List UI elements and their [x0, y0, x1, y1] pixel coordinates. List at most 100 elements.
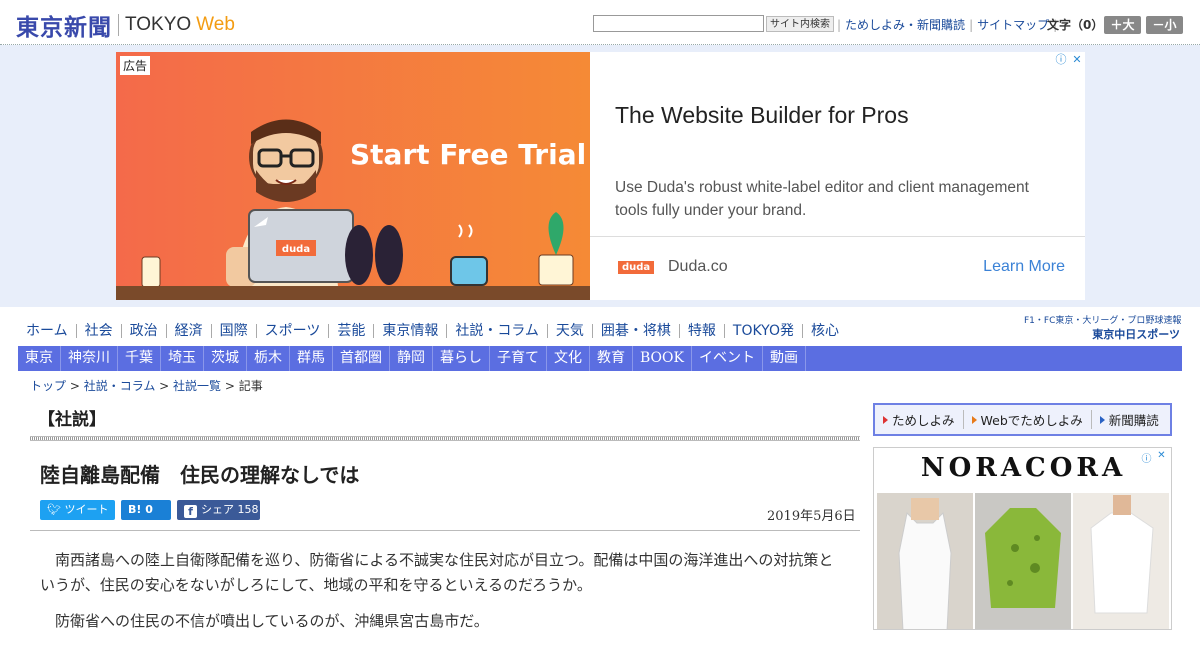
logo-tokyo: TOKYO	[125, 14, 192, 35]
trial-link-label: ためしよみ	[892, 413, 955, 428]
ad-laptop-badge: duda	[282, 244, 310, 255]
region-nav-item[interactable]: 子育て	[490, 346, 547, 371]
article-paragraph: 防衛省への住民の不信が噴出しているのが、沖縄県宮古島市だ。	[55, 612, 489, 630]
main-nav-item[interactable]: 国際	[210, 324, 256, 338]
region-nav-item[interactable]: 静岡	[390, 346, 433, 371]
main-nav-item[interactable]: スポーツ	[255, 324, 329, 338]
ad-close-icon[interactable]: ✕	[1154, 450, 1169, 464]
breadcrumb-top[interactable]: トップ	[30, 379, 66, 393]
ad-floor	[116, 286, 590, 300]
region-nav-item[interactable]: 首都圏	[333, 346, 390, 371]
web-trial-link[interactable]: Webでためしよみ	[962, 410, 1091, 429]
divider: |	[969, 17, 974, 32]
breadcrumb-current: 記事	[238, 379, 263, 393]
site-header: 東京新聞 TOKYO Web サイト内検索 | ためしよみ・新聞購読 | サイト…	[0, 0, 1200, 45]
font-larger-button[interactable]: ＋大	[1104, 16, 1141, 34]
region-nav-item[interactable]: 文化	[547, 346, 590, 371]
ad-choices[interactable]: ⓘ ✕	[1053, 52, 1085, 67]
main-nav: ホーム 社会 政治 経済 国際 スポーツ 芸能 東京情報 社説・コラム 天気 囲碁・将棋 特報 TOKY…	[18, 320, 847, 342]
arrow-right-icon	[883, 415, 888, 424]
ad-footer: duda Duda.co Learn More	[590, 236, 1085, 300]
facebook-icon: f	[184, 505, 197, 518]
region-nav-item[interactable]: 動画	[763, 346, 806, 371]
main-nav-item[interactable]: 核心	[801, 324, 847, 338]
trial-link[interactable]: ためしよみ	[883, 410, 963, 429]
product-image-green-top[interactable]	[975, 493, 1071, 630]
ad-info-icon[interactable]: ⓘ	[1139, 450, 1154, 465]
divider: |	[837, 17, 842, 32]
subscribe-box: ためしよみ Webでためしよみ 新聞購読	[873, 403, 1172, 436]
region-nav-item[interactable]: 暮らし	[433, 346, 490, 371]
region-nav-item[interactable]: 埼玉	[161, 346, 204, 371]
ad-info-icon[interactable]: ⓘ	[1053, 52, 1069, 67]
ad-title[interactable]: The Website Builder for Pros	[615, 102, 909, 129]
arrow-right-icon	[1099, 415, 1105, 424]
section-divider	[30, 436, 860, 441]
region-nav-item[interactable]: イベント	[692, 346, 763, 371]
breadcrumb: トップ > 社説・コラム > 社説一覧 > 記事	[30, 379, 263, 393]
sidebar-ad[interactable]: NORACORA ⓘ ✕	[873, 447, 1172, 630]
ad-close-icon[interactable]: ✕	[1069, 52, 1085, 67]
main-nav-item[interactable]: ホーム	[18, 324, 76, 338]
chunichi-tagline: F1・FC東京・大リーグ・プロ野球速報	[1024, 316, 1182, 326]
site-logo[interactable]: 東京新聞 TOKYO Web	[16, 8, 235, 42]
chunichi-sports-link[interactable]: F1・FC東京・大リーグ・プロ野球速報 東京中日スポーツ	[1024, 313, 1182, 342]
site-search-button[interactable]: サイト内検索	[766, 16, 834, 32]
sidebar-ad-choices[interactable]: ⓘ ✕	[1139, 450, 1169, 465]
region-nav-item[interactable]: 東京	[18, 346, 61, 371]
region-nav-item[interactable]: 栃木	[247, 346, 290, 371]
main-nav-item[interactable]: 芸能	[328, 324, 373, 338]
ad-banner-image[interactable]: 広告 duda Start Free Trial	[116, 52, 590, 300]
tweet-label: ツイート	[64, 503, 109, 516]
sitemap-link[interactable]: サイトマップ	[977, 16, 1049, 33]
ad-copy-panel[interactable]: The Website Builder for Pros Use Duda's …	[590, 52, 1085, 300]
breadcrumb-editorial-list[interactable]: 社説一覧	[173, 379, 221, 393]
region-nav-item[interactable]: 神奈川	[61, 346, 118, 371]
logo-web: Web	[196, 14, 235, 35]
region-nav-item[interactable]: 教育	[590, 346, 633, 371]
main-nav-item[interactable]: 特報	[678, 324, 724, 338]
main-nav-item[interactable]: 東京情報	[373, 324, 446, 338]
article-headline: 陸自離島配備 住民の理解なしでは	[40, 463, 360, 487]
ad-brand-logo: duda	[618, 261, 655, 274]
article-paragraph: 南西諸島への陸上自衛隊配備を巡り、防衛省による不誠実な住民対応が目立つ。配備は中…	[40, 551, 834, 594]
search-input[interactable]	[593, 15, 764, 32]
region-nav-item[interactable]: 茨城	[204, 346, 247, 371]
region-nav: 東京 神奈川 千葉 埼玉 茨城 栃木 群馬 首都圏 静岡 暮らし 子育て 文化 教育 BOOK イベント 動画	[18, 346, 1182, 371]
region-nav-item[interactable]: 千葉	[118, 346, 161, 371]
main-nav-item[interactable]: 天気	[546, 324, 592, 338]
main-nav-item[interactable]: 政治	[120, 324, 166, 338]
header-links: | ためしよみ・新聞購読 | サイトマップ |	[833, 16, 1061, 33]
main-nav-item[interactable]: TOKYO発	[723, 324, 802, 338]
chunichi-logo: 東京中日スポーツ	[1092, 328, 1180, 341]
ad-banner-cta: Start Free Trial	[350, 138, 587, 171]
main-nav-item[interactable]: 囲碁・将棋	[591, 324, 679, 338]
region-nav-item[interactable]: 群馬	[290, 346, 333, 371]
ad-learn-more-button[interactable]: Learn More	[983, 258, 1065, 276]
logo-divider	[118, 14, 119, 36]
sidebar-ad-brand: NORACORA	[920, 453, 1127, 483]
product-image-white-shirt[interactable]	[1073, 493, 1169, 630]
main-nav-item[interactable]: 社会	[75, 324, 121, 338]
facebook-share-button[interactable]: f シェア 158	[177, 500, 260, 520]
trial-subscribe-link[interactable]: ためしよみ・新聞購読	[845, 16, 965, 33]
main-nav-item[interactable]: 経済	[165, 324, 211, 338]
web-trial-link-label: Webでためしよみ	[980, 413, 1083, 428]
article-divider	[30, 530, 860, 531]
font-smaller-button[interactable]: －小	[1146, 16, 1183, 34]
twitter-icon: 🐦︎	[47, 503, 65, 516]
subscribe-link[interactable]: 新聞購読	[1090, 410, 1167, 429]
arrow-right-icon	[971, 415, 977, 424]
article-body: 南西諸島への陸上自衛隊配備を巡り、防衛省による不誠実な住民対応が目立つ。配備は中…	[40, 548, 845, 645]
ad-illustration: duda	[141, 119, 574, 288]
logo-jp: 東京新聞	[16, 14, 112, 41]
product-image-white-tank[interactable]	[877, 493, 973, 630]
article-date: 2019年5月6日	[767, 509, 856, 524]
tweet-button[interactable]: 🐦︎ ツイート	[40, 500, 115, 520]
region-nav-item[interactable]: BOOK	[633, 346, 692, 371]
subscribe-link-label: 新聞購読	[1108, 413, 1159, 428]
ad-domain: Duda.co	[668, 258, 728, 275]
breadcrumb-editorials[interactable]: 社説・コラム	[84, 379, 156, 393]
main-nav-item[interactable]: 社説・コラム	[446, 324, 547, 338]
hatena-bookmark-button[interactable]: B! 0	[121, 500, 171, 520]
